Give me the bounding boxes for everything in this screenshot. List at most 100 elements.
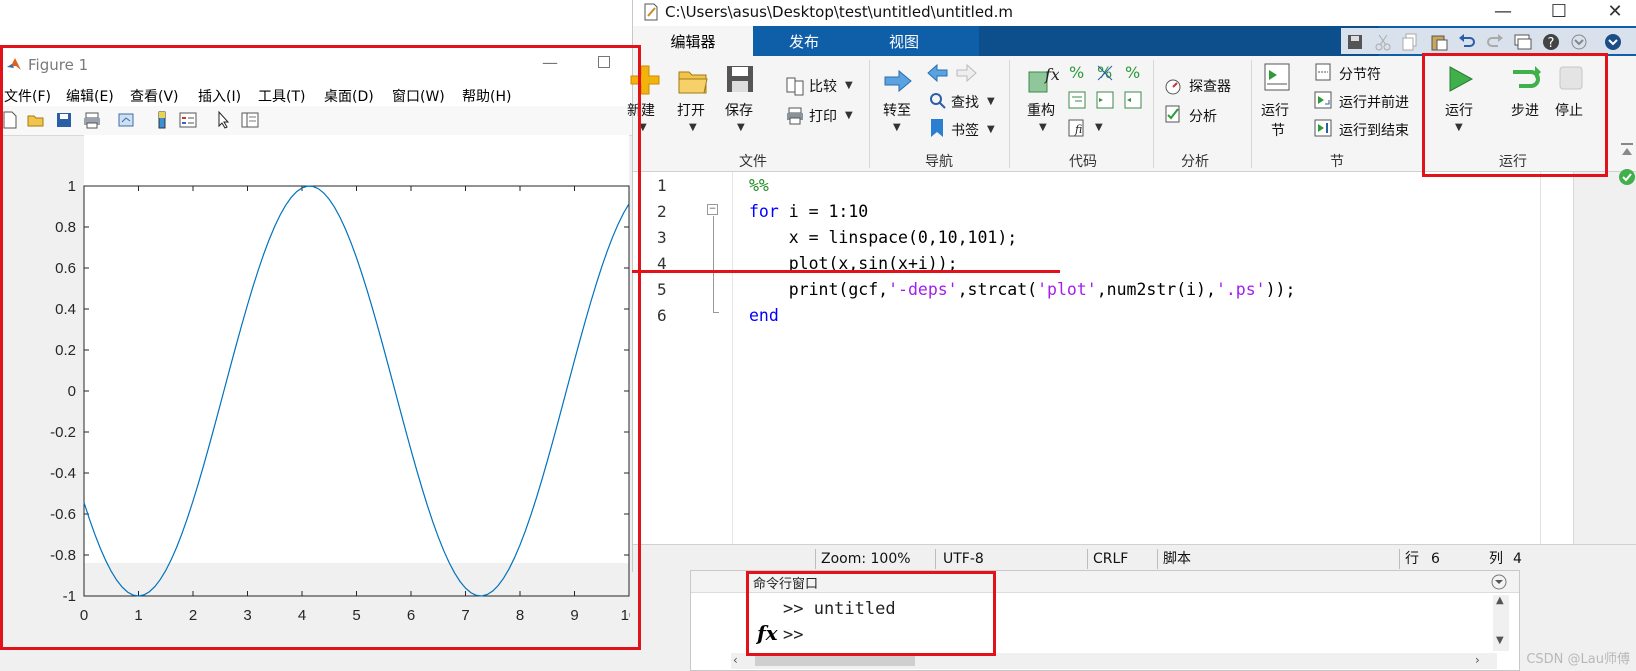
run-section-button-line2[interactable]: 节 xyxy=(1271,120,1285,140)
code-line-1[interactable]: %% xyxy=(749,176,769,195)
chevron-down-icon[interactable]: ▼ xyxy=(1095,122,1103,133)
analyze-button[interactable]: 分析 xyxy=(1189,106,1217,126)
status-separator xyxy=(1087,549,1088,569)
code-line-6[interactable]: end xyxy=(749,306,779,325)
goto-icon[interactable] xyxy=(883,68,913,94)
minimize-icon[interactable]: — xyxy=(1483,1,1523,22)
editor-titlebar[interactable]: C:\Users\asus\Desktop\test\untitled\unti… xyxy=(633,0,1636,26)
run-section-button[interactable]: 运行 xyxy=(1261,100,1289,120)
ribbon-tab-spacer xyxy=(979,26,1379,56)
status-zoom[interactable]: Zoom: 100% xyxy=(821,548,911,570)
undo-icon[interactable] xyxy=(1457,32,1477,52)
print-icon[interactable] xyxy=(785,106,805,126)
tab-view[interactable]: 视图 xyxy=(859,26,949,56)
redo-icon[interactable] xyxy=(1485,32,1505,52)
chevron-down-icon[interactable]: ▼ xyxy=(1039,122,1047,133)
comment-percent-icon[interactable]: % xyxy=(1067,62,1087,82)
scroll-right-icon[interactable]: › xyxy=(1475,653,1480,667)
paste-icon[interactable] xyxy=(1429,32,1449,52)
code-line-2[interactable]: for i = 1:10 xyxy=(749,202,868,221)
close-icon[interactable]: ✕ xyxy=(1595,1,1635,22)
scroll-up-icon[interactable]: ▲ xyxy=(1496,595,1504,606)
profiler-icon[interactable] xyxy=(1163,76,1183,96)
forward-arrow-icon[interactable] xyxy=(955,64,977,82)
code-editor[interactable]: 1 2 3 4 5 6 − %% for i = 1:10 x = linspa… xyxy=(633,172,1573,544)
scroll-left-icon[interactable]: ‹ xyxy=(733,653,738,667)
status-file-type: 脚本 xyxy=(1163,551,1191,567)
compare-button[interactable]: 比较 xyxy=(809,76,837,96)
refactor-button[interactable]: 重构 xyxy=(1027,100,1055,120)
find-button[interactable]: 查找 xyxy=(951,92,979,112)
run-and-advance-icon[interactable] xyxy=(1313,90,1333,110)
save-button[interactable]: 保存 xyxy=(725,100,753,120)
chevron-down-icon[interactable]: ▼ xyxy=(987,124,995,135)
right-margin-line xyxy=(1540,172,1541,544)
window-actions-icon[interactable] xyxy=(1491,574,1507,590)
switch-windows-icon[interactable] xyxy=(1513,32,1533,52)
group-label-analyze: 分析 xyxy=(1181,154,1209,170)
smart-indent-icon[interactable] xyxy=(1067,90,1087,110)
function-icon[interactable]: fi xyxy=(1067,118,1089,138)
ribbon-separator xyxy=(869,60,870,168)
collapse-ribbon-icon[interactable] xyxy=(1603,32,1623,52)
copy-icon[interactable] xyxy=(1401,32,1421,52)
profiler-button[interactable]: 探查器 xyxy=(1189,76,1231,96)
save-icon[interactable] xyxy=(1345,32,1365,52)
uncomment-icon[interactable]: % xyxy=(1095,62,1115,82)
help-icon[interactable]: ? xyxy=(1541,32,1561,52)
status-encoding[interactable]: UTF-8 xyxy=(943,548,984,570)
annotation-underline xyxy=(632,270,1060,273)
goto-button[interactable]: 转至 xyxy=(883,100,911,120)
chevron-down-icon[interactable]: ▼ xyxy=(689,122,697,133)
run-section-icon[interactable] xyxy=(1263,62,1291,92)
ribbon-separator xyxy=(1009,60,1010,168)
scroll-down-icon[interactable]: ▼ xyxy=(1496,635,1504,646)
refactor-icon[interactable]: fx xyxy=(1025,62,1059,94)
ribbon-separator xyxy=(1251,60,1252,168)
back-arrow-icon[interactable] xyxy=(927,64,949,82)
save-icon[interactable] xyxy=(725,64,755,94)
fold-toggle-icon[interactable]: − xyxy=(707,204,718,215)
status-row-value: 6 xyxy=(1431,551,1440,567)
outdent-icon[interactable] xyxy=(1123,90,1143,110)
tab-publish[interactable]: 发布 xyxy=(759,26,849,56)
section-break-icon[interactable] xyxy=(1313,62,1333,82)
code-line-5[interactable]: print(gcf,'-deps',strcat('plot',num2str(… xyxy=(749,280,1296,299)
code-line-3[interactable]: x = linspace(0,10,101); xyxy=(749,228,1017,247)
tab-editor[interactable]: 编辑器 xyxy=(633,26,753,56)
vertical-scrollbar[interactable]: ▲ ▼ xyxy=(1493,595,1509,651)
chevron-down-icon[interactable]: ▼ xyxy=(987,96,995,107)
run-and-advance-button[interactable]: 运行并前进 xyxy=(1339,92,1409,112)
bookmark-button[interactable]: 书签 xyxy=(951,120,979,140)
run-to-end-button[interactable]: 运行到结束 xyxy=(1339,120,1409,140)
run-to-end-icon[interactable] xyxy=(1313,118,1333,138)
editor-title: C:\Users\asus\Desktop\test\untitled\unti… xyxy=(665,3,1013,21)
scroll-top-icon[interactable] xyxy=(1620,142,1634,158)
print-button[interactable]: 打印 xyxy=(809,106,837,126)
code-analyzer-ok-icon[interactable] xyxy=(1618,168,1636,186)
chevron-down-icon[interactable]: ▼ xyxy=(893,122,901,133)
indent-icon[interactable] xyxy=(1095,90,1115,110)
maximize-icon[interactable]: ☐ xyxy=(1539,1,1579,22)
status-separator xyxy=(1157,549,1158,569)
compare-icon[interactable] xyxy=(785,76,805,96)
line-number: 1 xyxy=(657,176,667,195)
scrollbar-thumb[interactable] xyxy=(755,656,915,666)
expand-icon[interactable] xyxy=(1569,32,1589,52)
analyze-icon[interactable] xyxy=(1163,104,1183,124)
status-line-ending[interactable]: CRLF xyxy=(1093,548,1128,570)
chevron-down-icon[interactable]: ▼ xyxy=(845,80,853,91)
wrap-comments-icon[interactable]: % xyxy=(1123,62,1143,82)
bookmark-icon[interactable] xyxy=(929,118,945,138)
section-break-button[interactable]: 分节符 xyxy=(1339,64,1381,84)
status-separator xyxy=(815,549,816,569)
open-icon[interactable] xyxy=(677,66,709,96)
annotation-box-figure xyxy=(0,45,641,650)
search-icon[interactable] xyxy=(929,92,947,110)
code-string: 'plot' xyxy=(1037,280,1097,299)
cut-icon[interactable] xyxy=(1373,32,1393,52)
open-button[interactable]: 打开 xyxy=(677,100,705,120)
chevron-down-icon[interactable]: ▼ xyxy=(845,110,853,121)
annotation-box-command xyxy=(746,571,996,656)
chevron-down-icon[interactable]: ▼ xyxy=(737,122,745,133)
